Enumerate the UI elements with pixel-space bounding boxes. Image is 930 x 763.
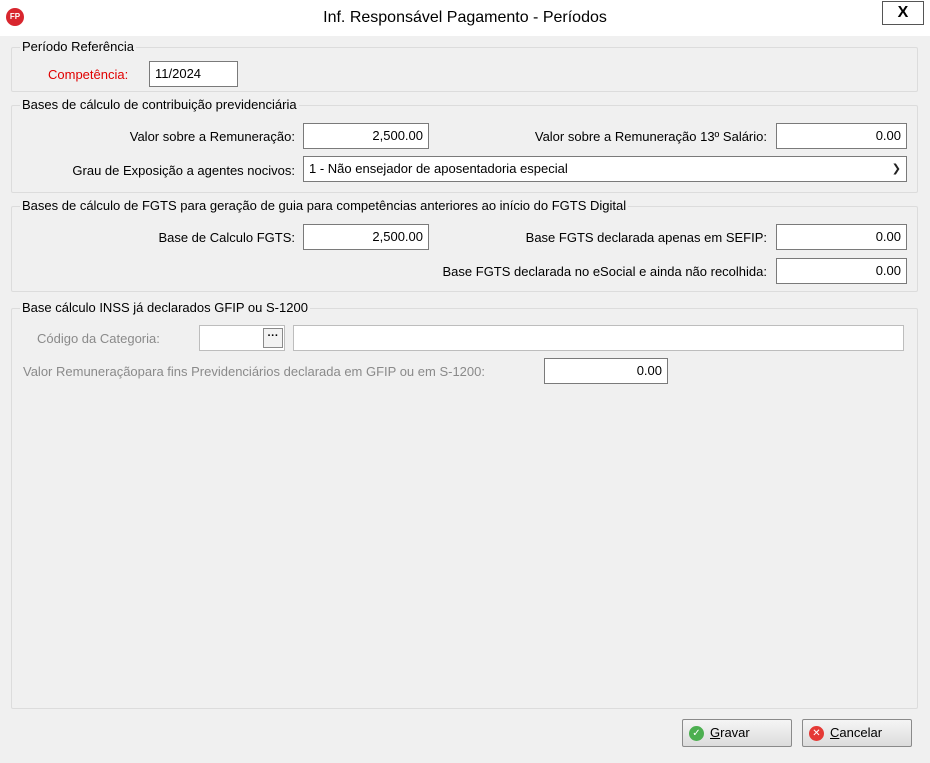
base-fgts-esocial-field[interactable]: 0.00 (776, 258, 907, 284)
grau-exposicao-select[interactable]: 1 - Não ensejador de aposentadoria espec… (303, 156, 907, 182)
dialog-body: Período Referência Competência: 11/2024 … (0, 36, 930, 763)
base-fgts-label: Base de Calculo FGTS: (158, 230, 295, 245)
valor-remuneracao-gfip-label: Valor Remuneraçãopara fins Previdenciári… (23, 364, 485, 379)
grau-exposicao-value: 1 - Não ensejador de aposentadoria espec… (309, 161, 568, 176)
check-circle-icon: ✓ (689, 726, 704, 741)
remuneracao-13-label: Valor sobre a Remuneração 13º Salário: (534, 129, 767, 144)
base-inss-group: Base cálculo INSS já declarados GFIP ou … (11, 300, 918, 709)
window-title: Inf. Responsável Pagamento - Períodos (323, 9, 607, 26)
grau-exposicao-label: Grau de Exposição a agentes nocivos: (72, 163, 295, 178)
close-button[interactable]: X (882, 1, 924, 25)
bases-contribuicao-legend: Bases de cálculo de contribuição previde… (20, 97, 299, 113)
codigo-categoria-label: Código da Categoria: (37, 331, 160, 346)
periodo-referencia-group: Período Referência Competência: 11/2024 (11, 39, 918, 92)
base-fgts-field[interactable]: 2,500.00 (303, 224, 429, 250)
gravar-button[interactable]: ✓ Gravar (682, 719, 792, 747)
bases-contribuicao-group: Bases de cálculo de contribuição previde… (11, 97, 918, 193)
cancelar-button[interactable]: ✕ Cancelar (802, 719, 912, 747)
title-bar: FP Inf. Responsável Pagamento - Períodos… (0, 0, 930, 36)
remuneracao-field[interactable]: 2,500.00 (303, 123, 429, 149)
remuneracao-label: Valor sobre a Remuneração: (129, 129, 295, 144)
base-fgts-sefip-field[interactable]: 0.00 (776, 224, 907, 250)
base-inss-legend: Base cálculo INSS já declarados GFIP ou … (20, 300, 310, 316)
cancelar-label: Cancelar (830, 725, 883, 740)
valor-remuneracao-gfip-field[interactable]: 0.00 (544, 358, 668, 384)
base-fgts-sefip-label: Base FGTS declarada apenas em SEFIP: (525, 230, 767, 245)
categoria-descricao-field[interactable] (293, 325, 904, 351)
bases-fgts-legend: Bases de cálculo de FGTS para geração de… (20, 198, 629, 214)
competencia-field[interactable]: 11/2024 (149, 61, 238, 87)
base-fgts-esocial-label: Base FGTS declarada no eSocial e ainda n… (442, 264, 767, 279)
gravar-label: Gravar (710, 725, 750, 740)
categoria-lookup-button[interactable]: ··· (263, 328, 283, 348)
bases-fgts-group: Bases de cálculo de FGTS para geração de… (11, 198, 918, 292)
remuneracao-13-field[interactable]: 0.00 (776, 123, 907, 149)
chevron-down-icon[interactable]: ❯ (892, 157, 901, 181)
cancel-circle-icon: ✕ (809, 726, 824, 741)
competencia-label: Competência: (48, 67, 129, 82)
periodo-referencia-legend: Período Referência (20, 39, 137, 55)
